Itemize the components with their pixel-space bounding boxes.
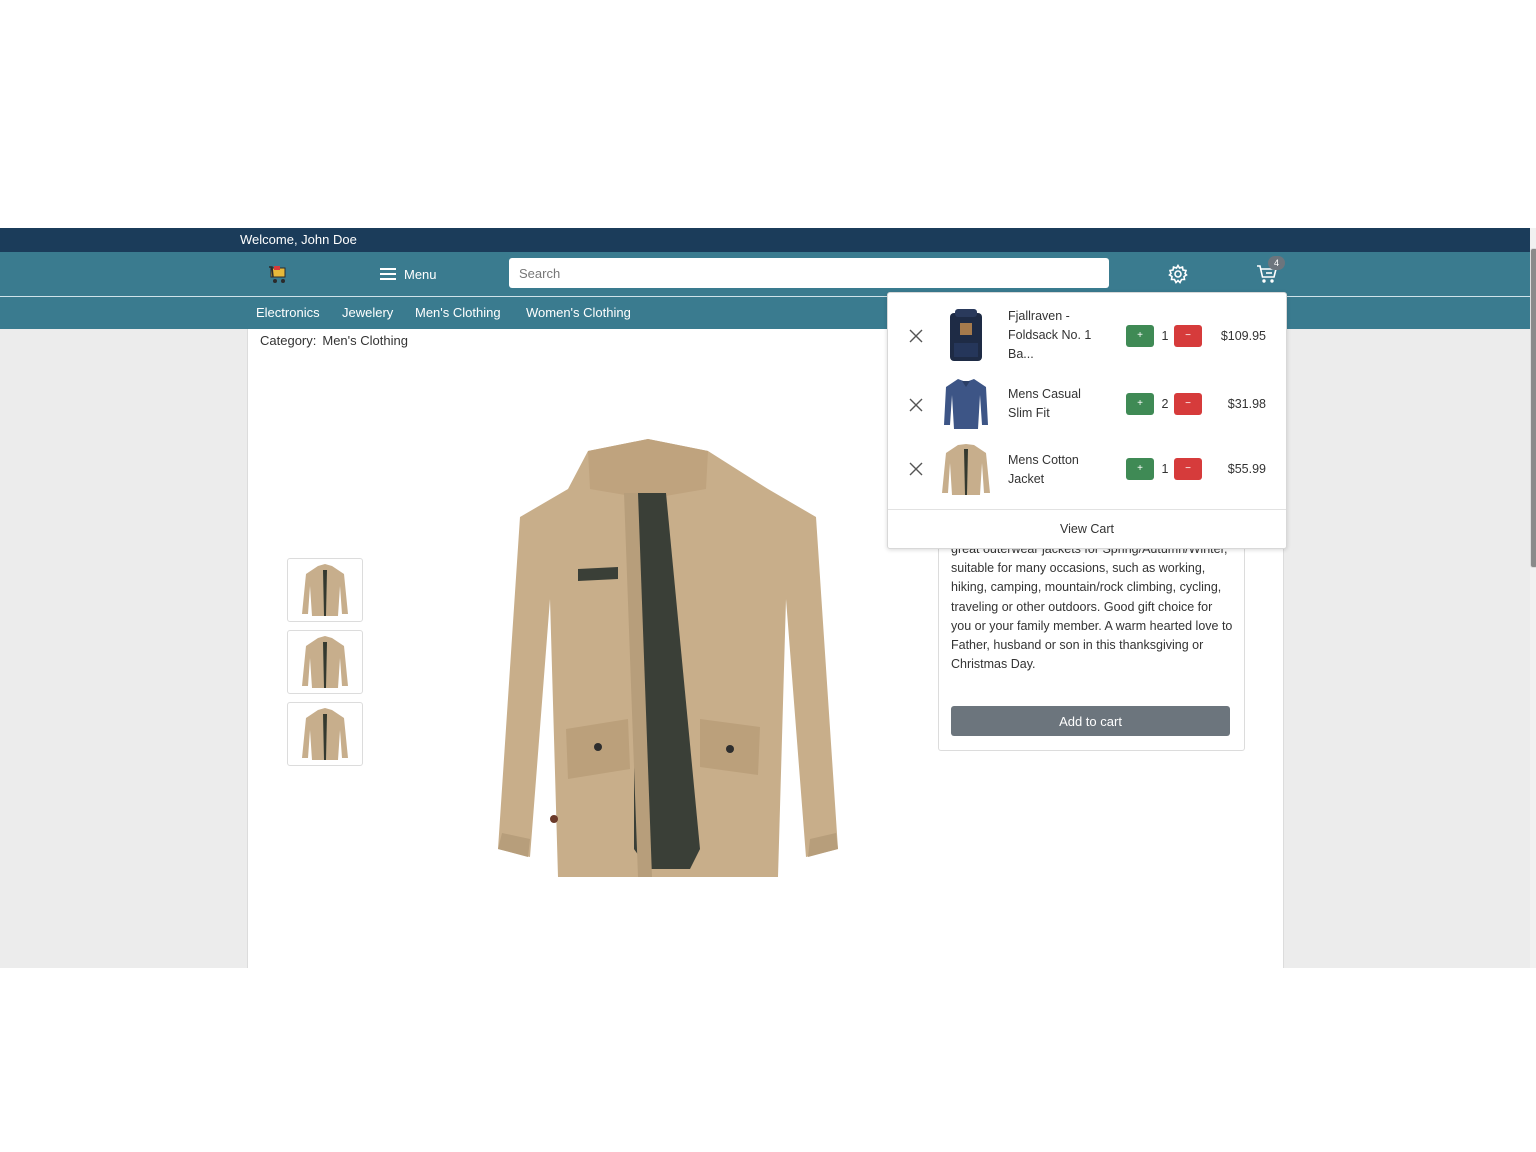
cart-dropdown: Fjallraven - Foldsack No. 1 Ba... + 1 − … bbox=[887, 292, 1287, 549]
backpack-thumbnail-image bbox=[950, 309, 982, 361]
cart-item-name[interactable]: Fjallraven - Foldsack No. 1 Ba... bbox=[1008, 307, 1103, 364]
menu-icon bbox=[380, 268, 396, 280]
cart-count-badge: 4 bbox=[1268, 256, 1285, 270]
decrease-quantity-button[interactable]: − bbox=[1174, 393, 1202, 415]
search-input[interactable] bbox=[509, 258, 1109, 288]
product-description: great outerwear jackets for Spring/Autum… bbox=[951, 542, 1233, 672]
close-icon[interactable] bbox=[908, 461, 924, 477]
menu-button[interactable]: Menu bbox=[380, 264, 437, 284]
jacket-thumbnail-image bbox=[302, 564, 348, 616]
cart-item-name[interactable]: Mens Cotton Jacket bbox=[1008, 451, 1103, 489]
product-thumbnail[interactable] bbox=[287, 630, 363, 694]
breadcrumb-category[interactable]: Men's Clothing bbox=[322, 333, 408, 348]
cart-item-price: $31.98 bbox=[1227, 397, 1266, 411]
cart-item-name[interactable]: Mens Casual Slim Fit bbox=[1008, 385, 1103, 423]
gear-icon[interactable] bbox=[1168, 264, 1188, 284]
view-cart-link[interactable]: View Cart bbox=[888, 522, 1286, 536]
shirt-thumbnail-image bbox=[944, 379, 988, 429]
welcome-text: Welcome, John Doe bbox=[240, 232, 357, 247]
welcome-bar: Welcome, John Doe bbox=[0, 228, 1530, 252]
cart-item-quantity: 2 bbox=[1161, 397, 1169, 411]
menu-label: Menu bbox=[404, 266, 437, 282]
app-window: Welcome, John Doe Menu Search 4 Electron… bbox=[0, 228, 1530, 968]
jacket-thumbnail-image bbox=[942, 444, 990, 495]
increase-quantity-button[interactable]: + bbox=[1126, 393, 1154, 415]
breadcrumb-label: Category: bbox=[260, 333, 317, 348]
cart-divider bbox=[888, 509, 1286, 510]
product-details-card: great outerwear jackets for Spring/Autum… bbox=[938, 529, 1245, 751]
product-main-image bbox=[498, 439, 838, 877]
jacket-thumbnail-image bbox=[302, 708, 348, 760]
cart-item-quantity: 1 bbox=[1161, 329, 1169, 343]
category-bar: Electronics Jewelery Men's Clothing Wome… bbox=[0, 297, 1530, 329]
product-thumbnail[interactable] bbox=[287, 558, 363, 622]
breadcrumb: Category: Men's Clothing bbox=[260, 333, 408, 348]
category-jewelery[interactable]: Jewelery bbox=[342, 305, 393, 320]
decrease-quantity-button[interactable]: − bbox=[1174, 458, 1202, 480]
close-icon[interactable] bbox=[908, 328, 924, 344]
cart-item-price: $55.99 bbox=[1227, 462, 1266, 476]
jacket-thumbnail-image bbox=[302, 636, 348, 688]
shop-logo-icon[interactable] bbox=[268, 264, 290, 284]
page-scrollbar[interactable] bbox=[1530, 228, 1536, 968]
product-thumbnail[interactable] bbox=[287, 702, 363, 766]
cart-item-price: $109.95 bbox=[1220, 329, 1266, 343]
cart-item-quantity: 1 bbox=[1161, 462, 1169, 476]
add-to-cart-button[interactable]: Add to cart bbox=[951, 706, 1230, 736]
category-womens-clothing[interactable]: Women's Clothing bbox=[526, 305, 631, 320]
increase-quantity-button[interactable]: + bbox=[1126, 458, 1154, 480]
category-mens-clothing[interactable]: Men's Clothing bbox=[415, 305, 501, 320]
scrollbar-thumb[interactable] bbox=[1530, 248, 1536, 568]
main-navbar: Menu 4 bbox=[0, 252, 1530, 297]
close-icon[interactable] bbox=[908, 397, 924, 413]
category-electronics[interactable]: Electronics bbox=[256, 305, 320, 320]
decrease-quantity-button[interactable]: − bbox=[1174, 325, 1202, 347]
increase-quantity-button[interactable]: + bbox=[1126, 325, 1154, 347]
